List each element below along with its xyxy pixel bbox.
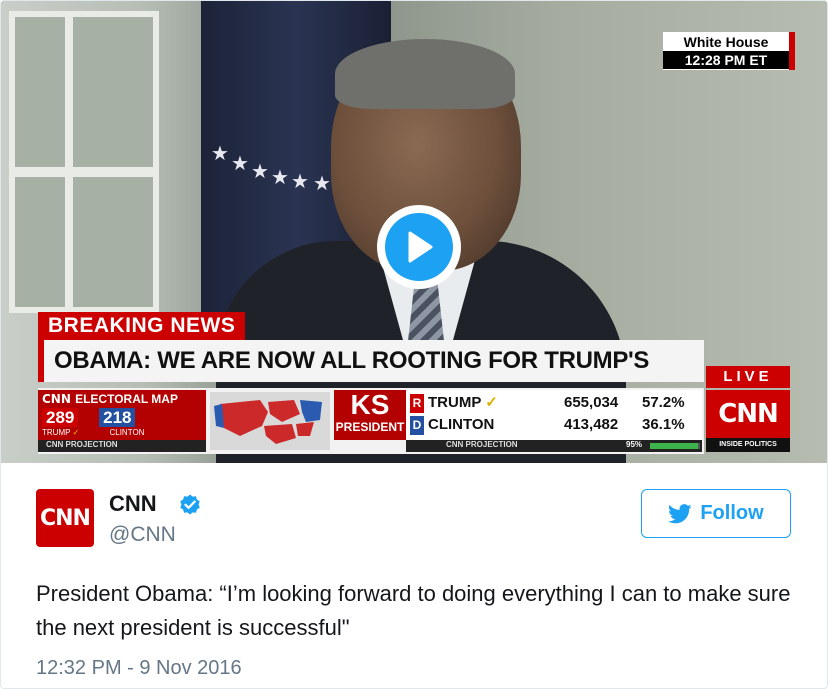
location-label: White House — [683, 34, 769, 50]
state-race-box: KS PRESIDENT — [334, 390, 406, 440]
candidate-row: D CLINTON 413,482 36.1% — [406, 415, 702, 435]
race-label: PRESIDENT — [335, 420, 405, 434]
checkmark-icon: ✓ — [72, 428, 80, 437]
candidate-name: TRUMP — [428, 394, 482, 411]
candidate-percent: 36.1% — [642, 416, 685, 433]
candidate-votes: 413,482 — [564, 416, 619, 433]
candidate-votes: 655,034 — [564, 394, 619, 411]
avatar[interactable]: CNN — [36, 489, 94, 547]
reported-percent: 95% — [626, 440, 643, 449]
party-badge: R — [410, 394, 424, 413]
clinton-sub-label: CLINTON — [109, 428, 145, 437]
follow-label: Follow — [700, 502, 764, 524]
show-name-label: INSIDE POLITICS — [706, 438, 790, 452]
race-projection-label: CNN PROJECTION — [446, 440, 518, 449]
candidate-name: CLINTON — [428, 416, 495, 433]
display-name[interactable]: CNN — [109, 491, 157, 517]
live-label: LIVE — [706, 366, 790, 388]
clinton-electoral-votes: 218 — [99, 408, 136, 427]
user-handle[interactable]: @CNN — [109, 523, 176, 547]
video-player[interactable]: ★ ★ ★ ★ ★ ★ ★ White House 12:28 PM ET BR… — [1, 1, 827, 463]
embedded-tweet: ★ ★ ★ ★ ★ ★ ★ White House 12:28 PM ET BR… — [0, 0, 828, 689]
play-icon — [408, 231, 433, 263]
electoral-map-title: ELECTORAL MAP — [75, 392, 178, 406]
tweet-text: President Obama: “I’m looking forward to… — [36, 581, 791, 640]
breaking-news-label: BREAKING NEWS — [38, 312, 246, 340]
party-badge: D — [410, 416, 424, 435]
verified-badge-icon — [180, 494, 200, 515]
map-projection-label: CNN PROJECTION — [38, 440, 206, 452]
cnn-mini-logo: CNN — [42, 392, 76, 406]
electoral-map-box: CNN ELECTORAL MAP 289 218 TRUMP ✓ CLINTO… — [38, 390, 206, 440]
speaker-hair — [335, 39, 515, 109]
candidate-percent: 57.2% — [642, 394, 685, 411]
location-bug: White House 12:28 PM ET — [663, 32, 795, 70]
checkmark-icon: ✓ — [485, 394, 498, 411]
news-headline: OBAMA: WE ARE NOW ALL ROOTING FOR TRUMP'… — [38, 340, 704, 416]
race-projection-bar: CNN PROJECTION 95% — [406, 440, 702, 452]
us-map-icon — [210, 392, 330, 450]
trump-electoral-votes: 289 — [42, 408, 79, 427]
twitter-bird-icon — [668, 503, 692, 523]
candidate-results: R TRUMP ✓ 655,034 57.2% D CLINTON 413,482 … — [406, 390, 702, 440]
election-ticker: CNN ELECTORAL MAP 289 218 TRUMP ✓ CLINTO… — [38, 388, 704, 454]
reported-progress-fill — [650, 443, 698, 449]
play-button[interactable] — [377, 205, 461, 289]
trump-sub-label: TRUMP — [42, 428, 71, 437]
cnn-logo: CNN — [706, 390, 790, 438]
location-time: 12:28 PM ET — [663, 51, 789, 69]
reported-progress-bar — [650, 443, 700, 449]
tweet-timestamp[interactable]: 12:32 PM - 9 Nov 2016 — [36, 657, 242, 680]
candidate-row: R TRUMP ✓ 655,034 57.2% — [406, 393, 702, 413]
follow-button[interactable]: Follow — [641, 489, 791, 538]
state-code: KS — [350, 389, 390, 420]
